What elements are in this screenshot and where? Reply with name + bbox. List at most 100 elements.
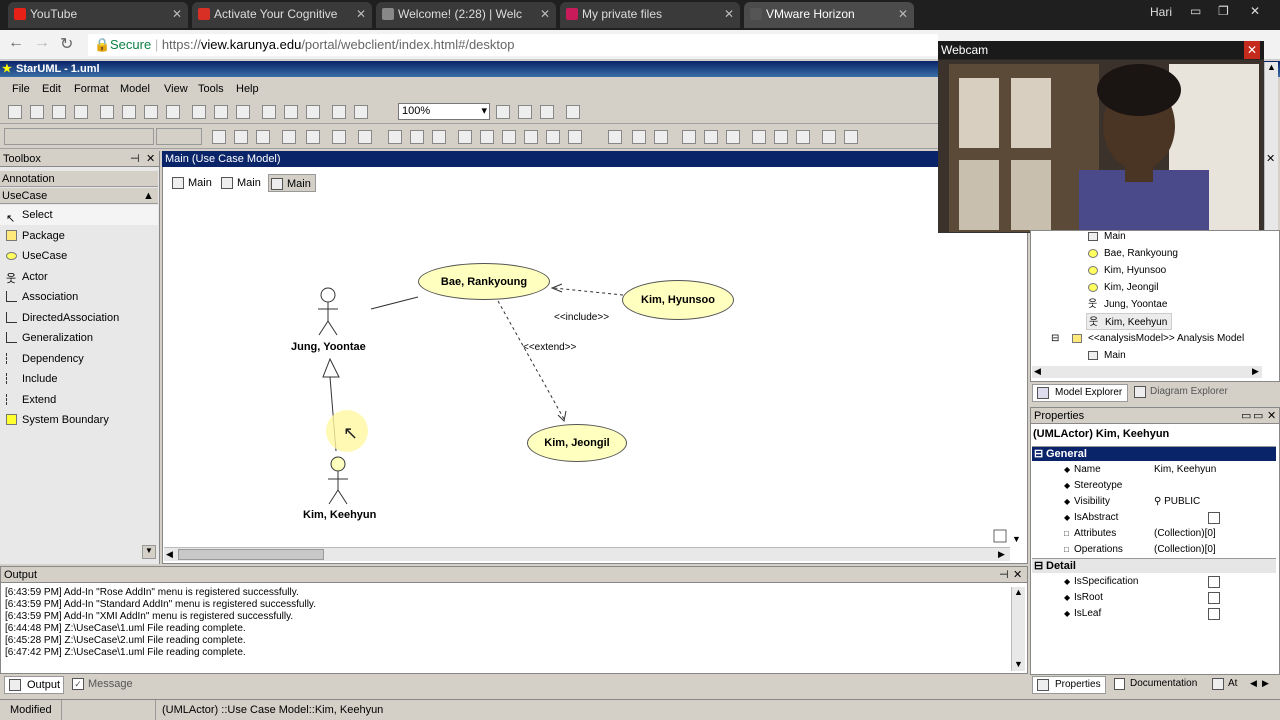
collapse-icon[interactable]: ⊟ (1034, 559, 1043, 574)
show-icon[interactable] (480, 130, 494, 144)
move-icon[interactable] (993, 529, 1007, 543)
browser-tab-welcome[interactable]: Welcome! (2:28) | Welc ✕ (376, 2, 556, 28)
browser-tab-private-files[interactable]: My private files ✕ (560, 2, 740, 28)
collapse-icon[interactable]: ⊟ (1034, 447, 1043, 462)
output-vscrollbar[interactable]: ▲ ▼ (1011, 587, 1025, 671)
toolbox-section-usecase[interactable]: UseCase ▲ (0, 188, 158, 204)
tool-association[interactable]: Association (0, 287, 158, 307)
tree-item-jung-yoontae[interactable]: 웃 Jung, Yoontae (1086, 296, 1167, 313)
close-icon[interactable]: ✕ (898, 2, 908, 26)
actor-kim-keehyun[interactable] (328, 456, 348, 505)
close-icon[interactable]: ✕ (172, 2, 182, 26)
association-line[interactable] (370, 296, 419, 310)
close-icon[interactable]: ✕ (1266, 152, 1275, 165)
align-bottom-icon[interactable] (774, 130, 788, 144)
close-icon[interactable]: ✕ (724, 2, 734, 26)
layout-icon[interactable] (306, 105, 320, 119)
prop-row-isabstract[interactable]: ◆ IsAbstract (1032, 510, 1276, 526)
prop-row-isroot[interactable]: ◆ IsRoot (1032, 590, 1276, 606)
tree-item-main[interactable]: Main (1086, 228, 1126, 245)
scroll-down-icon[interactable]: ▼ (1012, 534, 1021, 544)
scroll-right-icon[interactable]: ▶ (998, 549, 1005, 560)
suppress-icon[interactable] (410, 130, 424, 144)
scroll-down-icon[interactable]: ▼ (142, 545, 156, 559)
align-icon[interactable] (654, 130, 668, 144)
restore-icon[interactable]: ❐ (1218, 4, 1229, 18)
minimize-icon[interactable]: ▭ (1190, 4, 1201, 18)
tool-directed-association[interactable]: DirectedAssociation (0, 308, 158, 328)
line-style-icon[interactable] (332, 130, 346, 144)
tab-model-explorer[interactable]: Model Explorer (1032, 384, 1128, 402)
collapse-icon[interactable]: ⊟ (1051, 333, 1059, 344)
close-icon[interactable]: ✕ (1267, 408, 1276, 424)
undo-icon[interactable] (192, 105, 206, 119)
align-middle-icon[interactable] (796, 130, 810, 144)
browser-tab-vmware[interactable]: VMware Horizon ✕ (744, 2, 914, 28)
tool-dependency[interactable]: Dependency (0, 349, 158, 369)
isleaf-checkbox[interactable] (1208, 608, 1220, 620)
prop-row-isspecification[interactable]: ◆ IsSpecification (1032, 574, 1276, 590)
tool-extend[interactable]: Extend (0, 390, 158, 410)
menu-model[interactable]: Model (120, 83, 150, 95)
toolbox-section-annotation[interactable]: Annotation (0, 171, 158, 187)
show-icon[interactable] (502, 130, 516, 144)
menu-file[interactable]: File (12, 83, 30, 95)
align-left-icon[interactable] (682, 130, 696, 144)
url-field[interactable]: 🔒 Secure | https://view.karunya.edu/port… (88, 34, 938, 56)
menu-format[interactable]: Format (74, 83, 109, 95)
print-icon[interactable] (74, 105, 88, 119)
tab-documentation[interactable]: Documentation (1110, 676, 1206, 694)
prop-row-stereotype[interactable]: ◆ Stereotype (1032, 478, 1276, 494)
tool-include[interactable]: Include (0, 369, 158, 389)
align-icon[interactable] (608, 130, 622, 144)
isroot-checkbox[interactable] (1208, 592, 1220, 604)
hscroll-thumb[interactable] (178, 549, 324, 560)
suppress-icon[interactable] (432, 130, 446, 144)
layout-icon[interactable] (262, 105, 276, 119)
scroll-up-icon[interactable]: ▲ (1014, 587, 1023, 597)
back-icon[interactable]: ← (8, 34, 24, 52)
tree-item-main-analysis[interactable]: Main (1086, 347, 1126, 364)
scroll-left-icon[interactable]: ◀ (1250, 678, 1257, 689)
pin-icon[interactable]: ⊣ (999, 567, 1009, 583)
show-icon[interactable] (458, 130, 472, 144)
zoom-out-icon[interactable] (518, 105, 532, 119)
close-icon[interactable]: ✕ (356, 2, 366, 26)
space-icon[interactable] (822, 130, 836, 144)
copy-icon[interactable] (122, 105, 136, 119)
menu-help[interactable]: Help (236, 83, 259, 95)
isspecification-checkbox[interactable] (1208, 576, 1220, 588)
browser-tab-youtube[interactable]: YouTube ✕ (8, 2, 188, 28)
prop-row-name[interactable]: ◆ Name Kim, Keehyun (1032, 462, 1276, 478)
forward-icon[interactable]: → (34, 34, 50, 52)
scroll-right-icon[interactable]: ▶ (1262, 678, 1269, 689)
redo-icon[interactable] (214, 105, 228, 119)
save-icon[interactable] (52, 105, 66, 119)
scroll-down-icon[interactable]: ▼ (1014, 659, 1023, 669)
menu-tools[interactable]: Tools (198, 83, 224, 95)
prop-row-visibility[interactable]: ◆ Visibility ⚲ PUBLIC (1032, 494, 1276, 510)
zoom-in-icon[interactable] (496, 105, 510, 119)
line-style-icon[interactable] (358, 130, 372, 144)
suppress-icon[interactable] (388, 130, 402, 144)
tab-attachments[interactable]: At (1208, 676, 1248, 694)
scroll-right-icon[interactable]: ▶ (1252, 366, 1259, 377)
cut-icon[interactable] (100, 105, 114, 119)
align-icon[interactable] (632, 130, 646, 144)
tool-generalization[interactable]: Generalization (0, 328, 158, 348)
properties-section-general[interactable]: ⊟ General (1032, 446, 1276, 461)
refresh-icon[interactable] (566, 105, 580, 119)
paste-icon[interactable] (144, 105, 158, 119)
zoom-select[interactable]: 100% ▾ (398, 103, 490, 120)
open-icon[interactable] (30, 105, 44, 119)
show-icon[interactable] (524, 130, 538, 144)
font-color-icon[interactable] (212, 130, 226, 144)
close-icon[interactable]: ✕ (1244, 41, 1260, 59)
usecase-kim-jeongil[interactable]: Kim, Jeongil (527, 424, 627, 462)
delete-icon[interactable] (166, 105, 180, 119)
tree-item-kim-jeongil[interactable]: Kim, Jeongil (1086, 279, 1158, 296)
layout-icon[interactable] (284, 105, 298, 119)
browser-tab-cognitive[interactable]: Activate Your Cognitive ✕ (192, 2, 372, 28)
usecase-kim-hyunsoo[interactable]: Kim, Hyunsoo (622, 280, 734, 320)
diagram-hscrollbar[interactable]: ◀ ▶ (164, 547, 1010, 561)
